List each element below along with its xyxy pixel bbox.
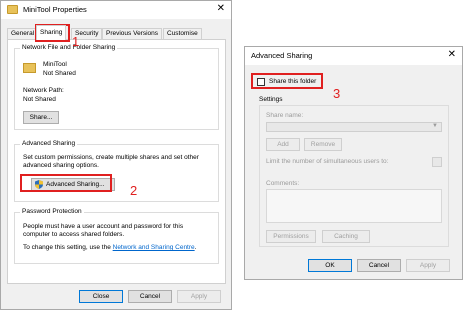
users-limit-stepper[interactable] [432, 157, 442, 167]
tab-sharing[interactable]: Sharing [36, 25, 67, 40]
group-title: Network File and Folder Sharing [20, 44, 118, 51]
folder-icon [7, 5, 18, 14]
close-button[interactable]: Close [79, 290, 123, 303]
tab-previous-versions[interactable]: Previous Versions [102, 28, 163, 39]
advanced-sharing-group: Advanced Sharing Set custom permissions,… [14, 140, 219, 202]
folder-icon [23, 63, 36, 73]
apply-button[interactable]: Apply [406, 259, 450, 272]
comments-textarea[interactable] [266, 189, 442, 223]
permissions-button[interactable]: Permissions [266, 230, 316, 243]
settings-group: Share name: ▼ Add Remove Limit the numbe… [259, 105, 449, 247]
cancel-button[interactable]: Cancel [128, 290, 172, 303]
network-sharing-group: Network File and Folder Sharing MiniTool… [14, 44, 219, 130]
properties-window: MiniTool Properties ✕ General Sharing Se… [0, 0, 232, 310]
folder-name: MiniTool [43, 61, 67, 68]
password-line-3-suffix: . [194, 244, 197, 251]
step-1-label: 1 [72, 34, 80, 49]
cancel-button[interactable]: Cancel [357, 259, 401, 272]
advanced-description-1: Set custom permissions, create multiple … [23, 154, 199, 161]
password-line-3: To change this setting, use the Network … [23, 244, 196, 251]
title-bar: Advanced Sharing ✕ [245, 47, 462, 65]
password-protection-group: Password Protection People must have a u… [14, 208, 219, 264]
password-line-3-prefix: To change this setting, use the [23, 244, 113, 251]
tab-general[interactable]: General [7, 28, 39, 39]
group-title: Advanced Sharing [20, 140, 78, 147]
password-line-2: computer to access shared folders. [23, 231, 125, 238]
share-button[interactable]: Share... [23, 111, 59, 124]
network-path-label: Network Path: [23, 87, 64, 94]
share-name-label: Share name: [266, 112, 304, 119]
step-2-label: 2 [130, 183, 138, 198]
title-bar: MiniTool Properties ✕ [1, 1, 231, 19]
caching-button[interactable]: Caching [322, 230, 370, 243]
window-title: MiniTool Properties [23, 5, 87, 14]
tab-customise[interactable]: Customise [163, 28, 202, 39]
remove-button[interactable]: Remove [304, 138, 342, 151]
window-title: Advanced Sharing [251, 51, 313, 60]
highlight-advanced-sharing-button [20, 174, 112, 192]
apply-button[interactable]: Apply [177, 290, 221, 303]
advanced-description-2: advanced sharing options. [23, 162, 99, 169]
group-title: Password Protection [20, 208, 84, 215]
close-icon[interactable]: ✕ [217, 3, 225, 14]
settings-title: Settings [259, 96, 283, 103]
chevron-down-icon: ▼ [432, 123, 438, 129]
highlight-share-folder-checkbox [251, 73, 323, 89]
add-button[interactable]: Add [266, 138, 300, 151]
ok-button[interactable]: OK [308, 259, 352, 272]
sharing-panel: Network File and Folder Sharing MiniTool… [7, 39, 226, 284]
network-sharing-centre-link[interactable]: Network and Sharing Centre [113, 244, 195, 251]
network-path-value: Not Shared [23, 96, 56, 103]
share-name-dropdown[interactable]: ▼ [266, 122, 442, 132]
password-line-1: People must have a user account and pass… [23, 223, 184, 230]
close-icon[interactable]: ✕ [448, 49, 456, 60]
folder-status: Not Shared [43, 70, 76, 77]
limit-users-label: Limit the number of simultaneous users t… [266, 158, 389, 165]
step-3-label: 3 [333, 86, 341, 101]
comments-label: Comments: [266, 180, 300, 187]
